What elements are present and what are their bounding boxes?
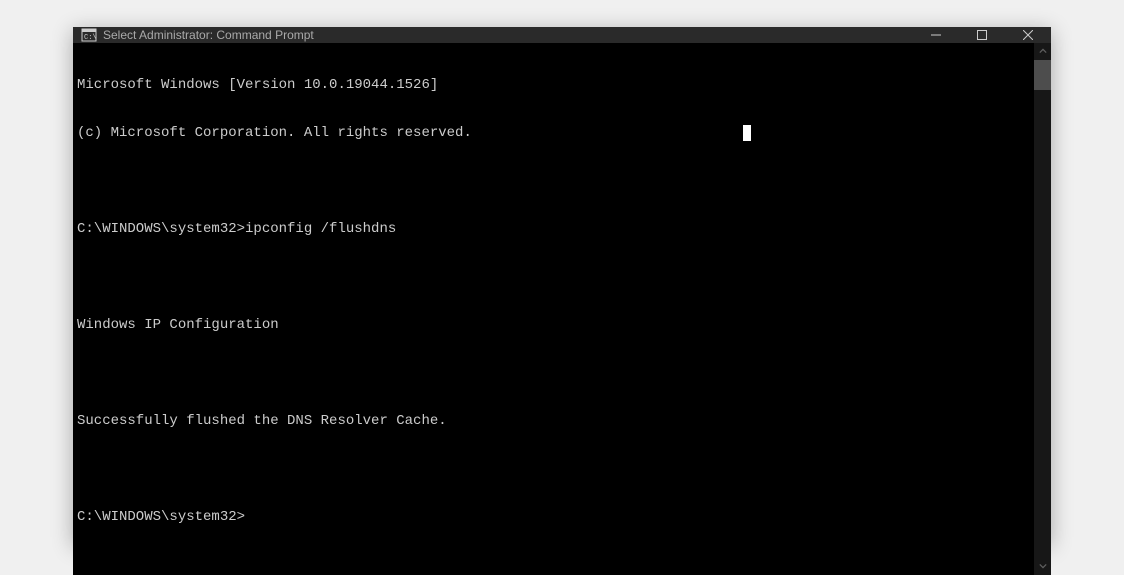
terminal-content[interactable]: Microsoft Windows [Version 10.0.19044.15… xyxy=(73,43,1034,575)
terminal-area: Microsoft Windows [Version 10.0.19044.15… xyxy=(73,43,1051,575)
scrollbar-track[interactable] xyxy=(1034,60,1051,558)
maximize-button[interactable] xyxy=(959,27,1005,43)
terminal-line: Microsoft Windows [Version 10.0.19044.15… xyxy=(77,77,1030,93)
titlebar[interactable]: C:\ Select Administrator: Command Prompt xyxy=(73,27,1051,43)
terminal-line: C:\WINDOWS\system32>ipconfig /flushdns xyxy=(77,221,1030,237)
command-prompt-window: C:\ Select Administrator: Command Prompt… xyxy=(73,27,1051,543)
text-cursor xyxy=(743,125,751,141)
window-title: Select Administrator: Command Prompt xyxy=(103,28,913,42)
minimize-button[interactable] xyxy=(913,27,959,43)
window-controls xyxy=(913,27,1051,43)
svg-text:C:\: C:\ xyxy=(84,34,97,42)
close-button[interactable] xyxy=(1005,27,1051,43)
terminal-line xyxy=(77,365,1030,381)
scrollbar-thumb[interactable] xyxy=(1034,60,1051,90)
terminal-line xyxy=(77,461,1030,477)
terminal-line xyxy=(77,269,1030,285)
terminal-line: Windows IP Configuration xyxy=(77,317,1030,333)
scroll-up-arrow-icon[interactable] xyxy=(1034,43,1051,60)
scroll-down-arrow-icon[interactable] xyxy=(1034,558,1051,575)
terminal-line: C:\WINDOWS\system32> xyxy=(77,509,1030,525)
terminal-line xyxy=(77,173,1030,189)
terminal-line: Successfully flushed the DNS Resolver Ca… xyxy=(77,413,1030,429)
vertical-scrollbar[interactable] xyxy=(1034,43,1051,575)
terminal-line: (c) Microsoft Corporation. All rights re… xyxy=(77,125,1030,141)
app-icon: C:\ xyxy=(81,27,97,43)
